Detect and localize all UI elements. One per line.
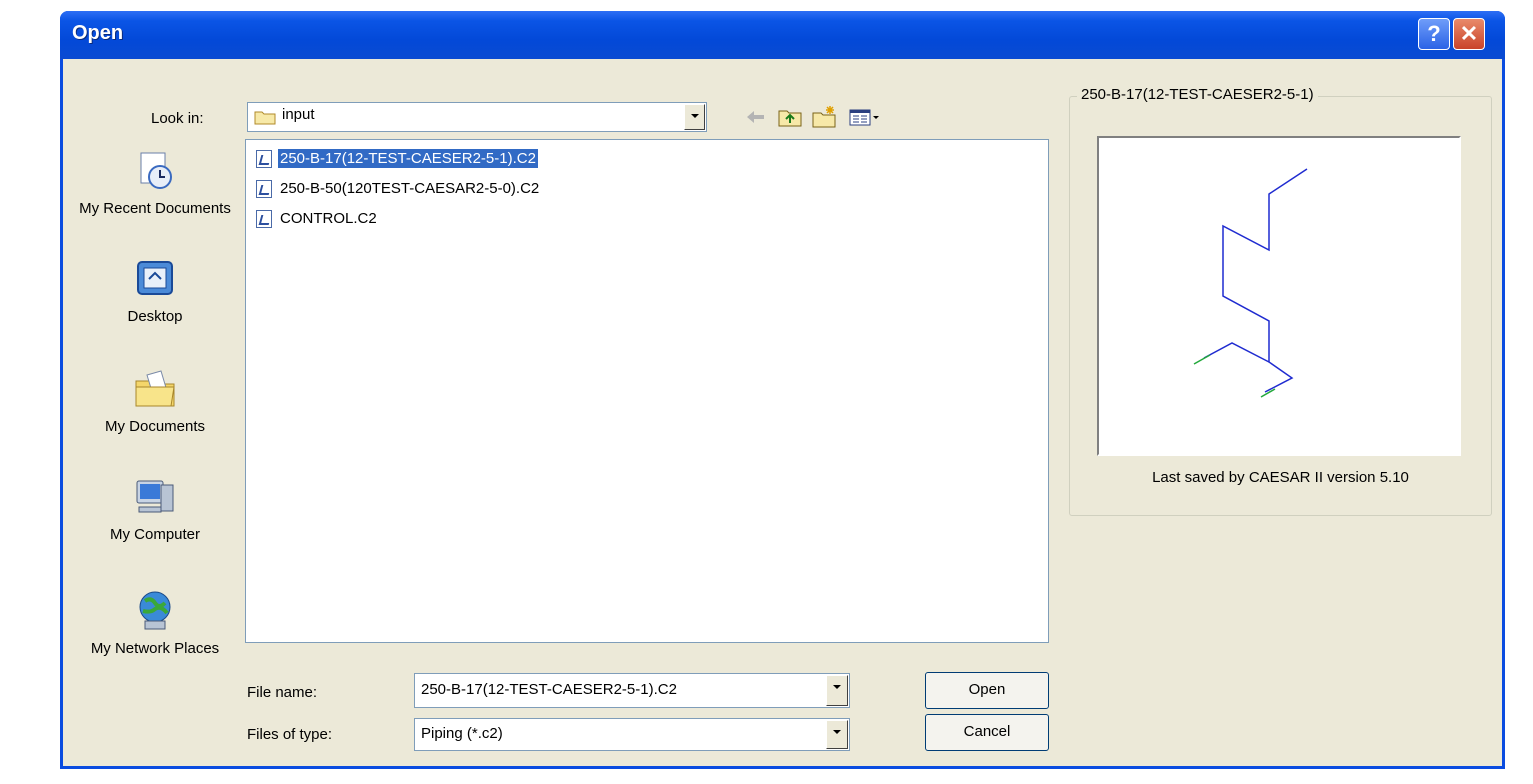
preview-caption: 250-B-17(12-TEST-CAESER2-5-1): [1077, 86, 1318, 103]
piping-model-drawing: [1193, 168, 1308, 398]
place-label: My Network Places: [90, 640, 220, 657]
c2-file-icon: [256, 210, 272, 228]
file-name: 250-B-50(120TEST-CAESAR2-5-0).C2: [280, 180, 540, 197]
open-button[interactable]: Open: [925, 672, 1049, 709]
folder-icon: [254, 111, 276, 125]
desktop-icon: [137, 261, 173, 295]
file-name-input[interactable]: 250-B-17(12-TEST-CAESER2-5-1).C2: [421, 681, 677, 698]
place-my-computer[interactable]: My Computer: [67, 475, 243, 543]
window-title: Open: [72, 22, 124, 44]
file-name-label: File name:: [247, 684, 318, 701]
close-icon: ✕: [1459, 21, 1479, 46]
my-documents-icon: [135, 370, 175, 407]
help-button[interactable]: ?: [1418, 18, 1450, 50]
file-list[interactable]: 250-B-17(12-TEST-CAESER2-5-1).C2 250-B-5…: [245, 139, 1049, 643]
c2-file-icon: [256, 180, 272, 198]
title-bar[interactable]: Open ? ✕: [60, 11, 1505, 59]
recent-documents-icon: [140, 152, 172, 189]
my-computer-icon: [136, 480, 174, 513]
place-network-places[interactable]: My Network Places: [67, 589, 243, 657]
file-name-combo[interactable]: 250-B-17(12-TEST-CAESER2-5-1).C2: [414, 673, 850, 708]
chevron-down-icon[interactable]: [826, 675, 848, 706]
place-label: Desktop: [127, 308, 183, 325]
file-type-value: Piping (*.c2): [421, 725, 503, 742]
views-menu-icon[interactable]: [847, 105, 883, 129]
help-icon: ?: [1427, 21, 1441, 46]
look-in-combo[interactable]: input: [247, 102, 707, 132]
look-in-value: input: [282, 106, 315, 123]
place-label: My Recent Documents: [79, 200, 231, 217]
c2-file-icon: [256, 150, 272, 168]
places-bar: My Recent Documents Desktop My Documents: [67, 139, 243, 744]
place-desktop[interactable]: Desktop: [67, 257, 243, 325]
place-recent-documents[interactable]: My Recent Documents: [67, 149, 243, 217]
pipe-segment: [1203, 342, 1270, 363]
pipe-segment: [1222, 168, 1308, 393]
up-folder-icon[interactable]: [777, 105, 803, 129]
network-places-icon: [139, 591, 171, 630]
preview-pane: [1097, 136, 1461, 456]
close-button[interactable]: ✕: [1453, 18, 1485, 50]
chevron-down-icon[interactable]: [684, 104, 705, 130]
look-in-label: Look in:: [151, 110, 204, 127]
chevron-down-icon[interactable]: [826, 720, 848, 749]
place-my-documents[interactable]: My Documents: [67, 367, 243, 435]
restraint-marker: [1193, 354, 1211, 365]
file-name: 250-B-17(12-TEST-CAESER2-5-1).C2: [278, 149, 538, 168]
open-dialog: Open ? ✕ Look in: input My Recent Docume…: [60, 11, 1505, 769]
file-type-combo[interactable]: Piping (*.c2): [414, 718, 850, 751]
preview-status: Last saved by CAESAR II version 5.10: [1152, 469, 1409, 486]
new-folder-icon[interactable]: [811, 105, 837, 129]
file-name: CONTROL.C2: [280, 210, 377, 227]
dialog-body: Look in: input My Recent Documents Deskt…: [63, 59, 1502, 766]
cancel-button[interactable]: Cancel: [925, 714, 1049, 751]
file-type-label: Files of type:: [247, 726, 333, 743]
back-arrow-icon[interactable]: [743, 105, 769, 129]
place-label: My Documents: [104, 418, 206, 435]
place-label: My Computer: [109, 526, 201, 543]
